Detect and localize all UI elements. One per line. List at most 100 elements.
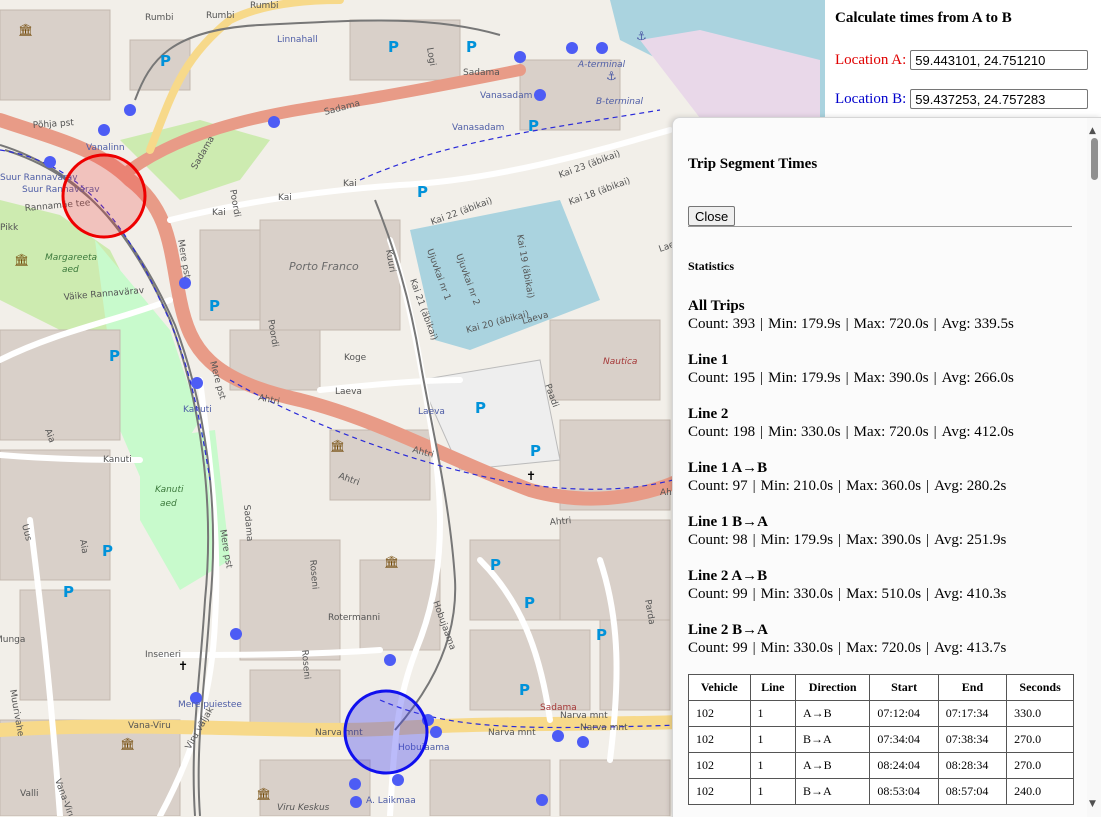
stat-separator: | (760, 424, 764, 440)
stat-avg: Avg: 413.7s (934, 640, 1007, 656)
location-a-input[interactable] (910, 50, 1089, 70)
divider (688, 226, 1072, 227)
location-b-marker[interactable] (343, 689, 429, 775)
stat-min: Min: 330.0s (760, 586, 834, 602)
stat-separator: | (933, 370, 937, 386)
stat-line-1-a-b: Line 1 A→B Count: 97 | Min: 210.0s | Max: 36… (688, 459, 1006, 495)
location-a-label: Location A: (835, 51, 907, 68)
cell-vehicle: 102 (688, 752, 751, 779)
cell-start: 08:24:04 (869, 752, 939, 779)
svg-text:✝: ✝ (178, 659, 188, 673)
col-vehicle: Vehicle (688, 674, 751, 701)
svg-text:Vanasadam: Vanasadam (452, 123, 504, 133)
col-start: Start (869, 674, 939, 701)
stat-avg: Avg: 339.5s (941, 316, 1014, 332)
svg-text:P: P (160, 52, 171, 70)
stat-name: Line 2 (688, 406, 729, 422)
stat-separator: | (752, 586, 756, 602)
svg-text:aed: aed (160, 499, 177, 509)
cell-vehicle: 102 (688, 778, 751, 805)
trip-segment-panel[interactable]: Trip Segment Times Close Statistics All … (672, 117, 1101, 817)
svg-text:✝: ✝ (526, 469, 536, 483)
scroll-up-icon[interactable]: ▲ (1089, 126, 1096, 136)
svg-text:Koge: Koge (344, 353, 367, 363)
cell-direction: A→B (794, 752, 871, 779)
stat-min: Min: 179.9s (760, 532, 834, 548)
cell-end: 08:57:04 (937, 778, 1008, 805)
scroll-down-icon[interactable]: ▼ (1089, 799, 1096, 809)
col-line: Line (749, 674, 796, 701)
svg-text:P: P (466, 38, 477, 56)
close-button[interactable]: Close (688, 206, 736, 226)
statistics-heading: Statistics (688, 259, 734, 273)
svg-text:A-terminal: A-terminal (577, 60, 626, 70)
svg-text:Narva mnt: Narva mnt (488, 728, 536, 738)
cell-start: 07:34:04 (869, 726, 939, 753)
ab-form: Calculate times from A to B Location A: … (825, 0, 1101, 118)
svg-text:⚓: ⚓ (606, 69, 617, 83)
svg-text:Kanuti: Kanuti (103, 455, 132, 465)
svg-text:🏛: 🏛 (256, 787, 271, 801)
stat-avg: Avg: 412.0s (941, 424, 1014, 440)
location-a-marker[interactable] (61, 153, 147, 239)
stat-max: Max: 360.0s (846, 478, 922, 494)
svg-text:Kai: Kai (343, 179, 357, 189)
stat-max: Max: 510.0s (846, 586, 922, 602)
stat-count: Count: 99 (688, 586, 748, 602)
stat-name: Line 1 A→B (688, 460, 768, 476)
cell-line: 1 (749, 778, 796, 805)
stat-max: Max: 390.0s (853, 370, 929, 386)
svg-text:P: P (102, 542, 113, 560)
stat-name: Line 2 A→B (688, 568, 768, 584)
cell-vehicle: 102 (688, 700, 751, 727)
stat-values: Count: 98 | Min: 179.9s | Max: 390.0s | Avg: 2… (688, 531, 1006, 549)
stat-min: Min: 179.9s (768, 316, 841, 332)
cell-vehicle: 102 (688, 726, 751, 753)
location-b-row: Location B: (835, 89, 1089, 109)
stat-separator: | (838, 532, 842, 548)
stat-separator: | (752, 640, 756, 656)
stat-separator: | (845, 316, 849, 332)
stat-separator: | (760, 316, 764, 332)
cell-end: 07:17:34 (937, 700, 1008, 727)
svg-text:Sadama: Sadama (463, 68, 500, 78)
svg-text:⚓: ⚓ (636, 29, 647, 43)
stat-min: Min: 210.0s (760, 478, 834, 494)
svg-text:Laeva: Laeva (335, 387, 362, 397)
svg-text:🏛: 🏛 (120, 737, 135, 751)
stat-values: Count: 97 | Min: 210.0s | Max: 360.0s | Avg: 2… (688, 477, 1006, 495)
scrollbar-thumb[interactable] (1091, 138, 1098, 180)
location-b-label: Location B: (835, 90, 907, 107)
stat-values: Count: 198 | Min: 330.0s | Max: 720.0s | Avg: … (688, 423, 1014, 441)
stat-separator: | (926, 532, 930, 548)
stat-count: Count: 99 (688, 640, 748, 656)
col-direction: Direction (794, 674, 871, 701)
svg-text:P: P (530, 442, 541, 460)
stat-separator: | (933, 424, 937, 440)
svg-text:🏛: 🏛 (330, 439, 345, 453)
svg-text:🏛: 🏛 (384, 555, 399, 569)
stat-line-2-a-b: Line 2 A→B Count: 99 | Min: 330.0s | Max: 51… (688, 567, 1006, 603)
svg-text:A. Laikmaa: A. Laikmaa (366, 796, 416, 806)
svg-text:B-terminal: B-terminal (596, 97, 644, 107)
svg-text:Kai: Kai (278, 193, 292, 203)
stat-max: Max: 720.0s (853, 424, 929, 440)
stat-count: Count: 98 (688, 532, 748, 548)
stat-values: Count: 195 | Min: 179.9s | Max: 390.0s | Avg: … (688, 369, 1014, 387)
stat-avg: Avg: 410.3s (934, 586, 1007, 602)
svg-text:Munga: Munga (0, 635, 25, 645)
panel-title: Trip Segment Times (688, 156, 818, 172)
svg-text:P: P (490, 556, 501, 574)
svg-text:Vana-Viru: Vana-Viru (128, 721, 171, 731)
location-b-input[interactable] (910, 89, 1089, 109)
stat-name: Line 1 B→A (688, 514, 769, 530)
panel-scrollbar[interactable]: ▲ ▼ (1087, 118, 1101, 817)
stat-min: Min: 179.9s (768, 370, 841, 386)
stat-name: Line 2 B→A (688, 622, 769, 638)
stat-min: Min: 330.0s (760, 640, 834, 656)
stat-count: Count: 198 (688, 424, 756, 440)
table-row: 102 1 B→A 08:53:04 08:57:04 240.0 (688, 778, 1074, 805)
svg-text:Linnahall: Linnahall (277, 35, 318, 45)
stat-line-2: Line 2 Count: 198 | Min: 330.0s | Max: 720.0… (688, 405, 1014, 441)
table-header-row: Vehicle Line Direction Start End Seconds (688, 674, 1074, 701)
